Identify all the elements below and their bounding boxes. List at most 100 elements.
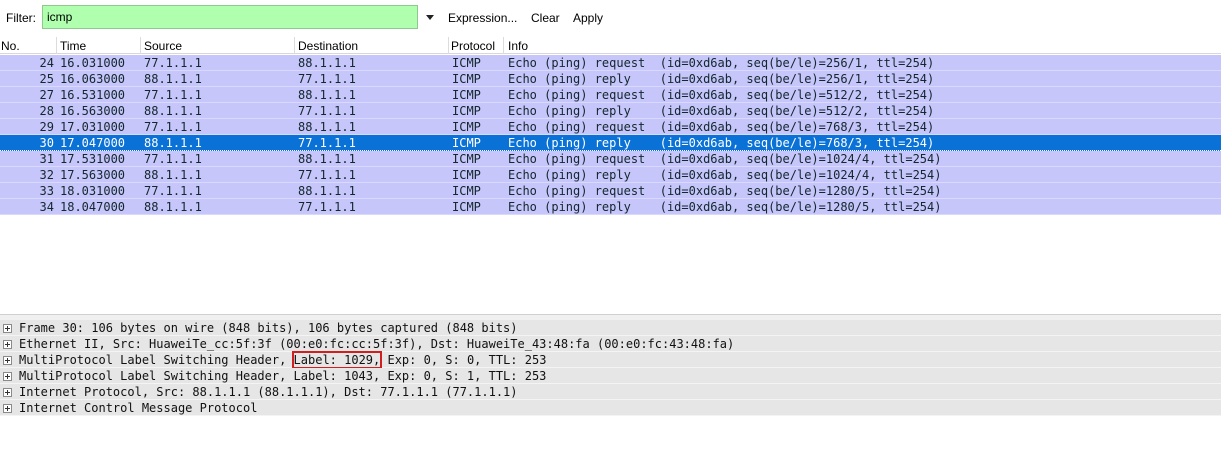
expand-plus-icon[interactable] bbox=[3, 324, 12, 333]
filter-toolbar: Filter: icmp Expression... Clear Apply bbox=[0, 0, 1221, 34]
packet-no: 27 bbox=[39, 88, 54, 102]
packet-time: 18.047000 bbox=[60, 200, 126, 214]
expression-button[interactable]: Expression... bbox=[448, 11, 517, 25]
column-header-source[interactable]: Source bbox=[144, 39, 182, 53]
packet-info: Echo (ping) reply (id=0xd6ab, seq(be/le)… bbox=[508, 168, 942, 182]
packet-source: 77.1.1.1 bbox=[144, 88, 202, 102]
packet-protocol: ICMP bbox=[452, 200, 481, 214]
column-separator[interactable] bbox=[448, 37, 449, 54]
packet-destination: 77.1.1.1 bbox=[298, 72, 356, 86]
packet-row[interactable]: 34 18.047000 88.1.1.1 77.1.1.1 ICMP Echo… bbox=[0, 199, 1221, 215]
packet-row-selected[interactable]: 30 17.047000 88.1.1.1 77.1.1.1 ICMP Echo… bbox=[0, 135, 1221, 151]
packet-row[interactable]: 28 16.563000 88.1.1.1 77.1.1.1 ICMP Echo… bbox=[0, 103, 1221, 119]
packet-info: Echo (ping) request (id=0xd6ab, seq(be/l… bbox=[508, 56, 935, 70]
expand-plus-icon[interactable] bbox=[3, 404, 12, 413]
packet-info: Echo (ping) reply (id=0xd6ab, seq(be/le)… bbox=[508, 104, 935, 118]
packet-protocol: ICMP bbox=[452, 152, 481, 166]
tree-item-ip[interactable]: Internet Protocol, Src: 88.1.1.1 (88.1.1… bbox=[0, 384, 1221, 400]
column-header-destination[interactable]: Destination bbox=[298, 39, 358, 53]
packet-protocol: ICMP bbox=[452, 136, 481, 150]
packet-info: Echo (ping) reply (id=0xd6ab, seq(be/le)… bbox=[508, 136, 935, 150]
packet-time: 16.063000 bbox=[60, 72, 126, 86]
packet-protocol: ICMP bbox=[452, 72, 481, 86]
packet-source: 88.1.1.1 bbox=[144, 72, 202, 86]
chevron-down-icon[interactable] bbox=[424, 10, 436, 24]
tree-item-frame[interactable]: Frame 30: 106 bytes on wire (848 bits), … bbox=[0, 320, 1221, 336]
packet-no: 30 bbox=[39, 136, 54, 150]
column-header-info[interactable]: Info bbox=[508, 39, 528, 53]
packet-row[interactable]: 29 17.031000 77.1.1.1 88.1.1.1 ICMP Echo… bbox=[0, 119, 1221, 135]
packet-no: 28 bbox=[39, 104, 54, 118]
packet-destination: 88.1.1.1 bbox=[298, 152, 356, 166]
packet-destination: 77.1.1.1 bbox=[298, 168, 356, 182]
packet-destination: 77.1.1.1 bbox=[298, 136, 356, 150]
tree-item-label: Internet Protocol, Src: 88.1.1.1 (88.1.1… bbox=[19, 385, 518, 399]
packet-info: Echo (ping) request (id=0xd6ab, seq(be/l… bbox=[508, 184, 942, 198]
packet-row[interactable]: 32 17.563000 88.1.1.1 77.1.1.1 ICMP Echo… bbox=[0, 167, 1221, 183]
packet-destination: 77.1.1.1 bbox=[298, 200, 356, 214]
packet-no: 31 bbox=[39, 152, 54, 166]
packet-no: 33 bbox=[39, 184, 54, 198]
packet-time: 16.531000 bbox=[60, 88, 126, 102]
clear-button[interactable]: Clear bbox=[531, 11, 560, 25]
packet-protocol: ICMP bbox=[452, 168, 481, 182]
packet-destination: 88.1.1.1 bbox=[298, 120, 356, 134]
expand-plus-icon[interactable] bbox=[3, 372, 12, 381]
packet-time: 17.563000 bbox=[60, 168, 126, 182]
tree-item-mpls-2[interactable]: MultiProtocol Label Switching Header, La… bbox=[0, 368, 1221, 384]
packet-protocol: ICMP bbox=[452, 88, 481, 102]
column-separator[interactable] bbox=[56, 37, 57, 54]
expand-plus-icon[interactable] bbox=[3, 356, 12, 365]
packet-no: 34 bbox=[39, 200, 54, 214]
packet-row[interactable]: 24 16.031000 77.1.1.1 88.1.1.1 ICMP Echo… bbox=[0, 55, 1221, 71]
tree-item-label: MultiProtocol Label Switching Header, La… bbox=[19, 351, 546, 369]
expand-plus-icon[interactable] bbox=[3, 340, 12, 349]
packet-list-header: No. Time Source Destination Protocol Inf… bbox=[0, 37, 1221, 54]
filter-input[interactable]: icmp bbox=[42, 5, 418, 29]
tree-item-label: MultiProtocol Label Switching Header, La… bbox=[19, 369, 547, 383]
column-header-no[interactable]: No. bbox=[1, 39, 20, 53]
packet-destination: 88.1.1.1 bbox=[298, 184, 356, 198]
column-separator[interactable] bbox=[503, 37, 504, 54]
packet-source: 88.1.1.1 bbox=[144, 136, 202, 150]
packet-no: 29 bbox=[39, 120, 54, 134]
packet-source: 77.1.1.1 bbox=[144, 184, 202, 198]
mpls-header-prefix: MultiProtocol Label Switching Header, bbox=[19, 353, 294, 367]
packet-destination: 77.1.1.1 bbox=[298, 104, 356, 118]
column-header-protocol[interactable]: Protocol bbox=[451, 39, 495, 53]
tree-item-icmp[interactable]: Internet Control Message Protocol bbox=[0, 400, 1221, 416]
packet-protocol: ICMP bbox=[452, 120, 481, 134]
packet-row[interactable]: 31 17.531000 77.1.1.1 88.1.1.1 ICMP Echo… bbox=[0, 151, 1221, 167]
packet-row[interactable]: 33 18.031000 77.1.1.1 88.1.1.1 ICMP Echo… bbox=[0, 183, 1221, 199]
packet-row[interactable]: 27 16.531000 77.1.1.1 88.1.1.1 ICMP Echo… bbox=[0, 87, 1221, 103]
packet-details-tree: Frame 30: 106 bytes on wire (848 bits), … bbox=[0, 320, 1221, 452]
tree-item-ethernet[interactable]: Ethernet II, Src: HuaweiTe_cc:5f:3f (00:… bbox=[0, 336, 1221, 352]
packet-time: 16.031000 bbox=[60, 56, 126, 70]
packet-protocol: ICMP bbox=[452, 184, 481, 198]
packet-time: 17.047000 bbox=[60, 136, 126, 150]
packet-source: 88.1.1.1 bbox=[144, 104, 202, 118]
packet-time: 17.031000 bbox=[60, 120, 126, 134]
tree-item-label: Frame 30: 106 bytes on wire (848 bits), … bbox=[19, 321, 518, 335]
packet-protocol: ICMP bbox=[452, 104, 481, 118]
packet-no: 24 bbox=[39, 56, 54, 70]
packet-destination: 88.1.1.1 bbox=[298, 88, 356, 102]
packet-info: Echo (ping) reply (id=0xd6ab, seq(be/le)… bbox=[508, 200, 942, 214]
packet-destination: 88.1.1.1 bbox=[298, 56, 356, 70]
packet-info: Echo (ping) request (id=0xd6ab, seq(be/l… bbox=[508, 88, 935, 102]
packet-info: Echo (ping) reply (id=0xd6ab, seq(be/le)… bbox=[508, 72, 935, 86]
tree-item-label: Ethernet II, Src: HuaweiTe_cc:5f:3f (00:… bbox=[19, 337, 735, 351]
column-separator[interactable] bbox=[140, 37, 141, 54]
expand-plus-icon[interactable] bbox=[3, 388, 12, 397]
packet-no: 25 bbox=[39, 72, 54, 86]
highlighted-label-value: Label: 1029, bbox=[291, 351, 383, 369]
packet-source: 88.1.1.1 bbox=[144, 200, 202, 214]
packet-list: No. Time Source Destination Protocol Inf… bbox=[0, 37, 1221, 314]
column-separator[interactable] bbox=[294, 37, 295, 54]
column-header-time[interactable]: Time bbox=[60, 39, 86, 53]
tree-item-label: Internet Control Message Protocol bbox=[19, 401, 258, 415]
packet-row[interactable]: 25 16.063000 88.1.1.1 77.1.1.1 ICMP Echo… bbox=[0, 71, 1221, 87]
apply-button[interactable]: Apply bbox=[573, 11, 603, 25]
tree-item-mpls-1[interactable]: MultiProtocol Label Switching Header, La… bbox=[0, 351, 1221, 369]
packet-source: 77.1.1.1 bbox=[144, 120, 202, 134]
